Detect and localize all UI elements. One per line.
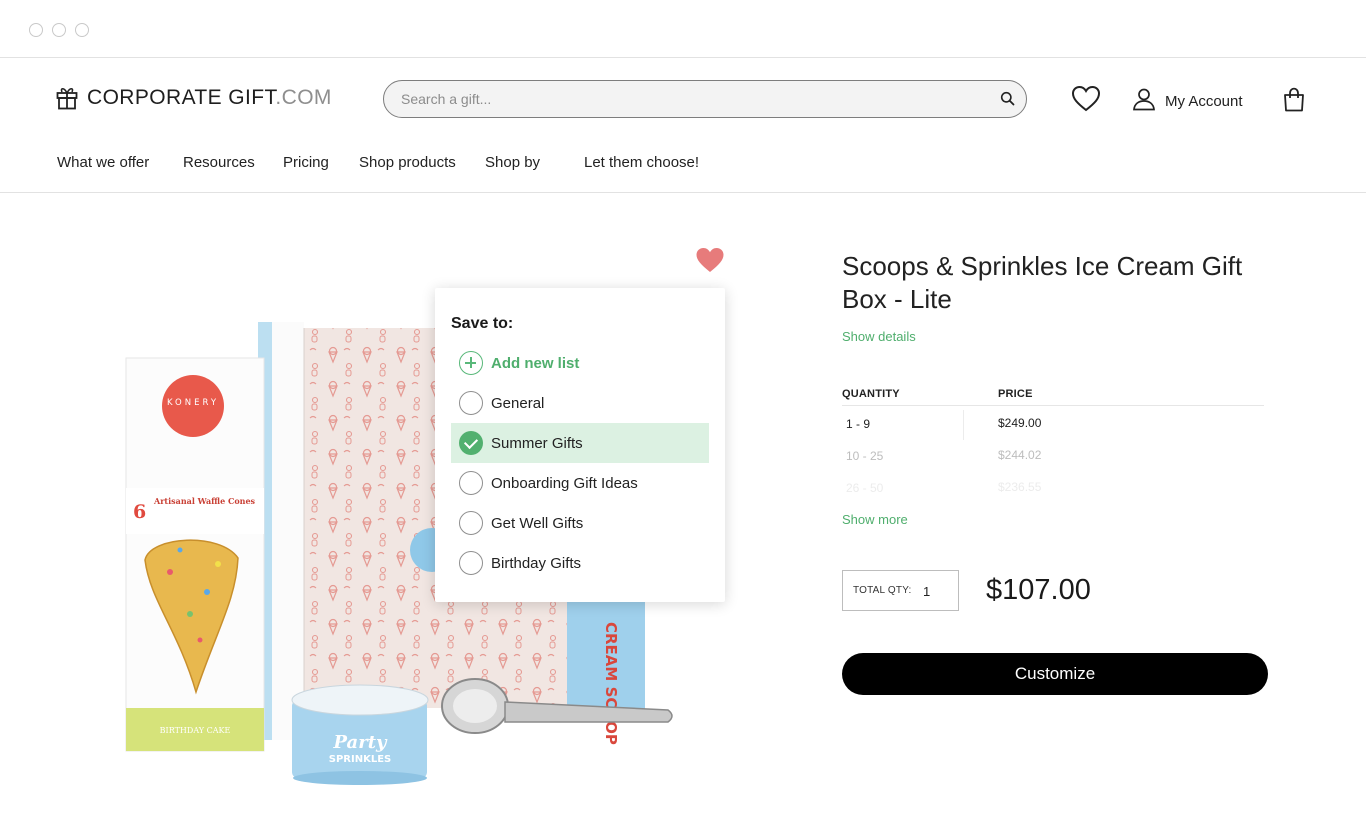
pricing-table-column-divider [963,410,964,440]
window-maximize-dot[interactable] [75,23,89,37]
image-brand-label: KONERY [167,398,219,408]
image-can-label: Party [333,732,389,753]
my-account-label: My Account [1165,93,1243,110]
plus-circle-icon [459,351,483,375]
add-new-list-label: Add new list [491,354,580,372]
radio-empty-icon [459,391,483,415]
list-option-general[interactable]: General [451,383,709,423]
tier-price-cell: $249.00 [998,416,1042,430]
user-icon [1132,87,1156,116]
tier-price-cell: $244.02 [998,448,1042,462]
search-icon[interactable] [1000,91,1015,111]
tier-price-cell: $236.55 [998,480,1042,494]
nav-divider [0,192,1366,193]
brand-domain: .COM [275,86,332,109]
list-option-label: Get Well Gifts [491,514,584,532]
pricing-table-divider [842,405,1264,406]
brand-logo[interactable]: CORPORATE GIFT.COM [56,86,332,110]
image-count-label: 6 [133,501,146,523]
radio-empty-icon [459,551,483,575]
total-qty-input[interactable] [923,581,951,601]
window-close-dot[interactable] [29,23,43,37]
gift-icon [56,86,78,110]
product-title: Scoops & Sprinkles Ice Cream Gift Box - … [842,251,1243,314]
price-header: PRICE [998,388,1033,400]
list-option-label: Birthday Gifts [491,554,582,572]
nav-let-them-choose[interactable]: Let them choose! [584,154,699,171]
search-bar[interactable] [383,80,1027,118]
list-option-label: Summer Gifts [491,434,583,452]
list-option-summer-gifts[interactable]: Summer Gifts [451,423,709,463]
image-flavor-label: BIRTHDAY CAKE [160,726,231,735]
heart-filled-icon[interactable] [695,246,725,279]
list-option-onboarding-gift-ideas[interactable]: Onboarding Gift Ideas [451,463,709,503]
radio-empty-icon [459,471,483,495]
nav-shop-by[interactable]: Shop by [485,154,540,171]
tier-quantity-cell: 26 - 50 [846,481,884,495]
brand-name: CORPORATE GIFT [87,86,276,109]
shopping-bag-icon[interactable] [1282,87,1306,117]
check-circle-icon [459,431,483,455]
wishlist-heart-icon[interactable] [1071,85,1101,117]
quantity-header: QUANTITY [842,388,900,400]
my-account-link[interactable]: My Account [1132,87,1243,116]
nav-shop-products[interactable]: Shop products [359,154,456,171]
radio-empty-icon [459,511,483,535]
window-titlebar [0,0,1366,58]
add-new-list-option[interactable]: Add new list [451,343,709,383]
show-details-link[interactable]: Show details [842,329,916,344]
show-more-link[interactable]: Show more [842,512,908,527]
nav-what-we-offer[interactable]: What we offer [57,154,149,171]
window-minimize-dot[interactable] [52,23,66,37]
save-to-popup: Save to: Add new list General Summer Gif… [435,288,725,602]
customize-button[interactable]: Customize [842,653,1268,695]
list-option-get-well-gifts[interactable]: Get Well Gifts [451,503,709,543]
tier-quantity-cell: 10 - 25 [846,449,884,463]
image-side-label: CREAM SCOOP [602,622,620,745]
list-option-label: Onboarding Gift Ideas [491,474,638,492]
list-option-label: General [491,394,545,412]
tier-quantity-cell: 1 - 9 [846,417,871,431]
nav-resources[interactable]: Resources [183,154,255,171]
popup-title: Save to: [451,315,514,332]
search-input[interactable] [401,89,981,109]
total-qty-field[interactable]: TOTAL QTY: [842,570,959,611]
nav-pricing[interactable]: Pricing [283,154,329,171]
image-cones-label: Artisanal Waffle Cones [153,496,256,506]
total-price: $107.00 [986,574,1091,606]
list-option-birthday-gifts[interactable]: Birthday Gifts [451,543,709,583]
image-can-label-2: SPRINKLES [329,754,391,765]
total-qty-label: TOTAL QTY: [853,585,912,596]
